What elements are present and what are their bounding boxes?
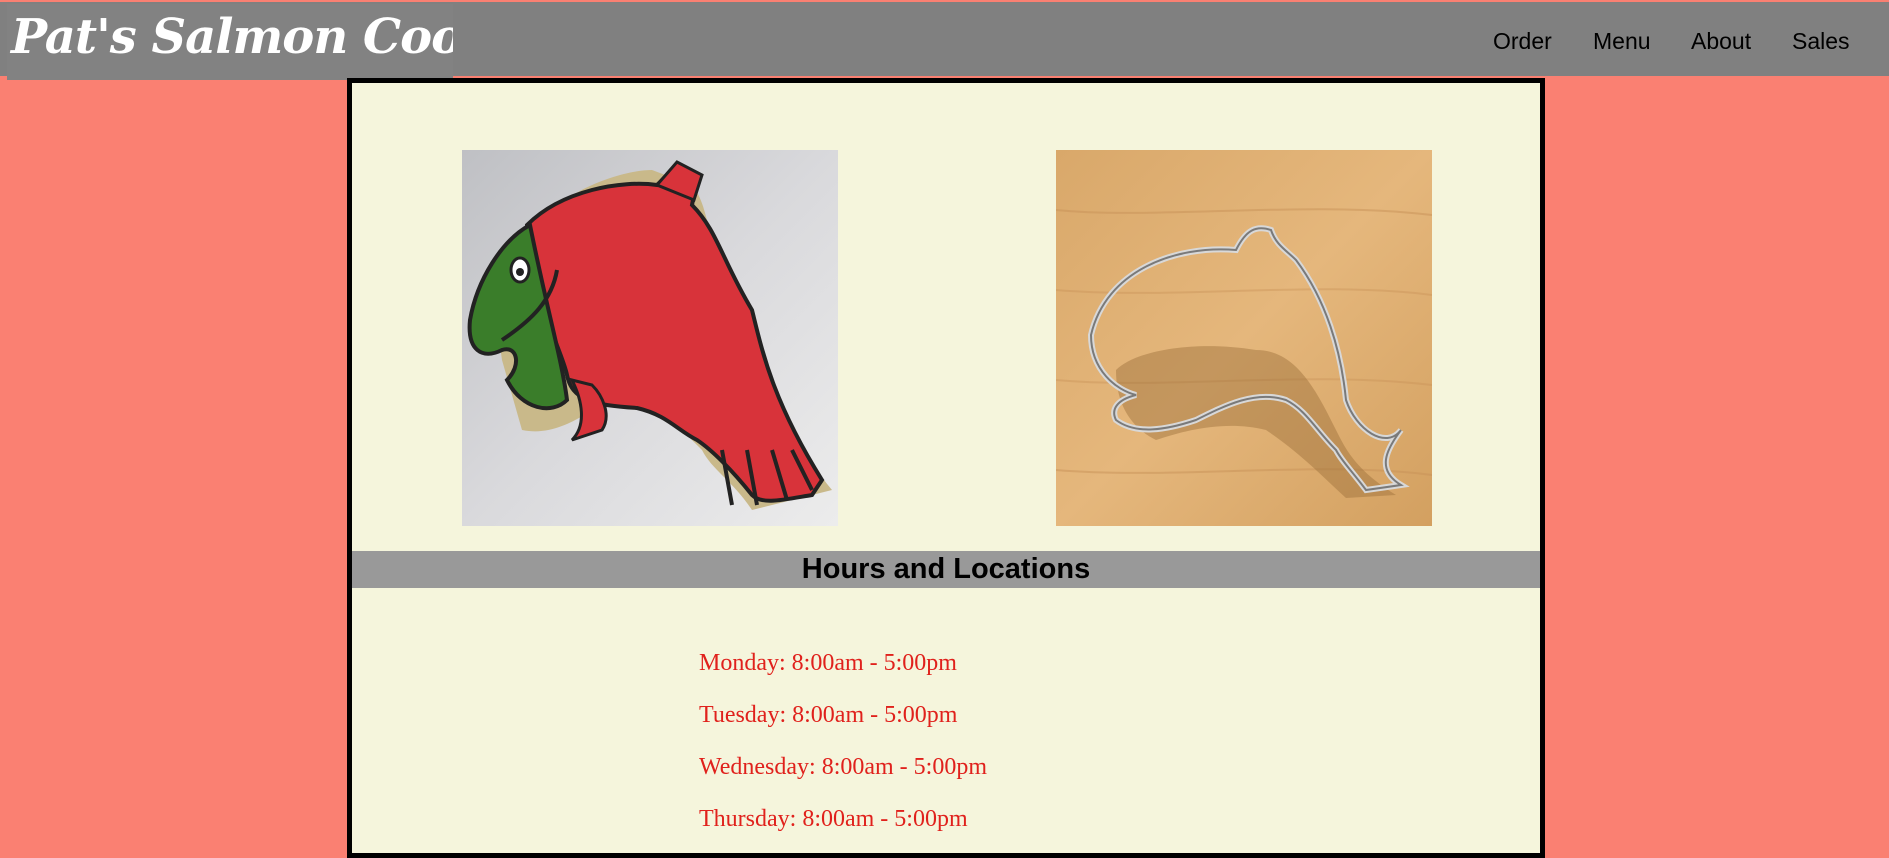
main-content-panel: Hours and Locations Monday: 8:00am - 5:0… [347, 78, 1545, 858]
site-logo[interactable]: Pat's Salmon Cookies [7, 4, 453, 80]
hours-and-locations-heading: Hours and Locations [352, 551, 1540, 588]
nav-link-sales[interactable]: Sales [1792, 28, 1850, 55]
hours-wednesday: Wednesday: 8:00am - 5:00pm [699, 754, 988, 780]
top-header: Pat's Salmon Cookies Order Menu About Sa… [0, 0, 1889, 80]
hours-list: Monday: 8:00am - 5:00pm Tuesday: 8:00am … [699, 649, 987, 857]
hours-tuesday: Tuesday: 8:00am - 5:00pm [699, 702, 958, 728]
nav-link-order[interactable]: Order [1493, 28, 1552, 55]
hours-thursday: Thursday: 8:00am - 5:00pm [699, 806, 968, 832]
nav-link-about[interactable]: About [1691, 28, 1751, 55]
salmon-cookie-cutter-photo [1056, 150, 1432, 526]
hours-monday: Monday: 8:00am - 5:00pm [699, 650, 957, 676]
nav-link-menu[interactable]: Menu [1593, 28, 1651, 55]
salmon-cookie-photo [462, 150, 838, 526]
